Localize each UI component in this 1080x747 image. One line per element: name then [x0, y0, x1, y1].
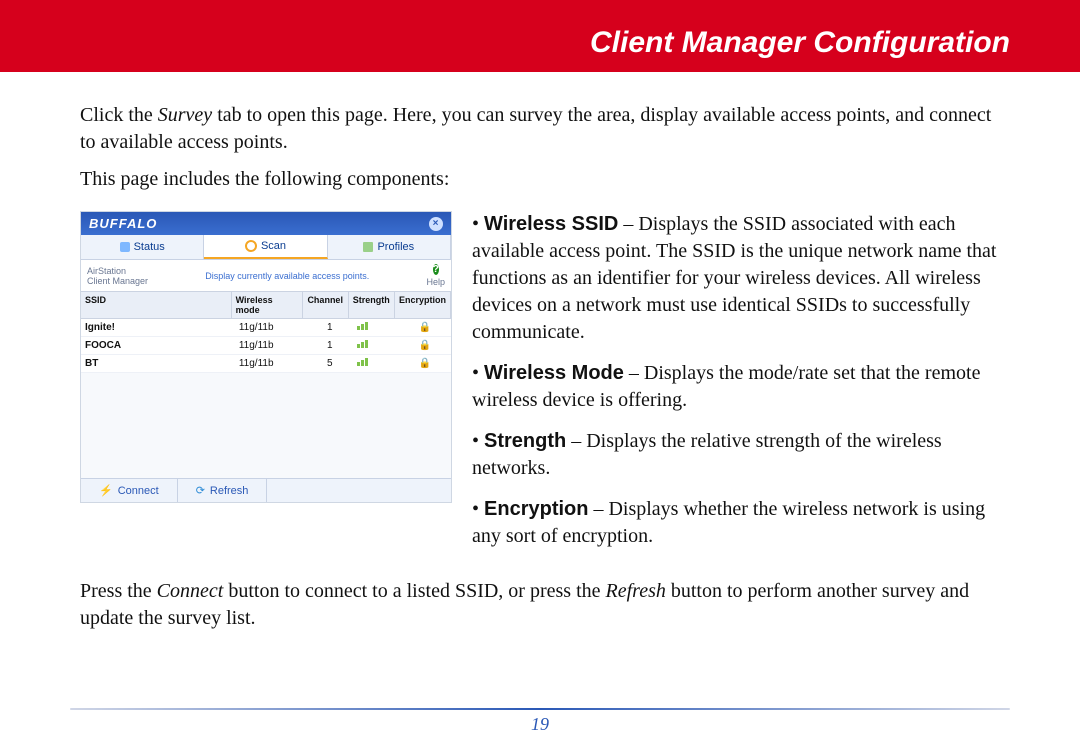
tab-profiles[interactable]: Profiles	[328, 235, 451, 259]
footer-paragraph: Press the Connect button to connect to a…	[80, 578, 1000, 632]
signal-bars-icon	[357, 340, 368, 348]
col-strength: Strength	[349, 292, 395, 318]
help-label: Help	[426, 277, 445, 287]
bullet-strength: • Strength – Displays the relative stren…	[472, 428, 1000, 482]
screenshot-bottom-bar: ⚡Connect ⟳Refresh	[81, 478, 451, 502]
intro-paragraph-1: Click the Survey tab to open this page. …	[80, 102, 1000, 156]
lock-icon: 🔒	[419, 322, 431, 333]
refresh-icon: ⟳	[196, 484, 205, 497]
brand-logo: BUFFALO	[89, 216, 157, 231]
screenshot-tabs: Status Scan Profiles	[81, 235, 451, 260]
close-icon[interactable]: ×	[429, 217, 443, 231]
col-encryption: Encryption	[395, 292, 451, 318]
signal-bars-icon	[357, 358, 368, 366]
refresh-term: Refresh	[606, 580, 666, 602]
signal-bars-icon	[357, 322, 368, 330]
help-icon[interactable]: ?	[433, 264, 439, 275]
col-channel: Channel	[303, 292, 349, 318]
status-text: Display currently available access point…	[148, 271, 426, 281]
tab-status[interactable]: Status	[81, 235, 204, 259]
client-manager-screenshot: BUFFALO × Status Scan Profiles AirStatio…	[80, 211, 452, 503]
tab-scan[interactable]: Scan	[204, 235, 327, 259]
app-sublabel: AirStationClient Manager	[87, 266, 148, 286]
scan-table-header: SSID Wireless mode Channel Strength Encr…	[81, 291, 451, 319]
col-ssid: SSID	[81, 292, 232, 318]
table-row[interactable]: BT 11g/11b 5 🔒	[81, 355, 451, 373]
lock-icon: 🔒	[419, 358, 431, 369]
survey-term: Survey	[158, 104, 212, 126]
bullet-wireless-ssid: • Wireless SSID – Displays the SSID asso…	[472, 211, 1000, 346]
bolt-icon: ⚡	[99, 484, 113, 497]
connect-term: Connect	[157, 580, 224, 602]
antenna-icon	[120, 242, 130, 252]
search-icon	[245, 240, 257, 252]
table-row[interactable]: Ignite! 11g/11b 1 🔒	[81, 319, 451, 337]
footer-divider	[70, 708, 1010, 710]
bullet-encryption: • Encryption – Displays whether the wire…	[472, 496, 1000, 550]
connect-button[interactable]: ⚡Connect	[81, 479, 178, 502]
bullet-wireless-mode: • Wireless Mode – Displays the mode/rate…	[472, 360, 1000, 414]
lock-icon: 🔒	[419, 340, 431, 351]
component-list: • Wireless SSID – Displays the SSID asso…	[472, 211, 1000, 564]
screenshot-titlebar: BUFFALO ×	[81, 212, 451, 235]
header-bar: Client Manager Configuration	[0, 0, 1080, 72]
page-title: Client Manager Configuration	[590, 26, 1010, 60]
page-number: 19	[0, 714, 1080, 735]
refresh-button[interactable]: ⟳Refresh	[178, 479, 268, 502]
table-row[interactable]: FOOCA 11g/11b 1 🔒	[81, 337, 451, 355]
intro-paragraph-2: This page includes the following compone…	[80, 166, 1000, 193]
col-mode: Wireless mode	[232, 292, 303, 318]
list-icon	[363, 242, 373, 252]
